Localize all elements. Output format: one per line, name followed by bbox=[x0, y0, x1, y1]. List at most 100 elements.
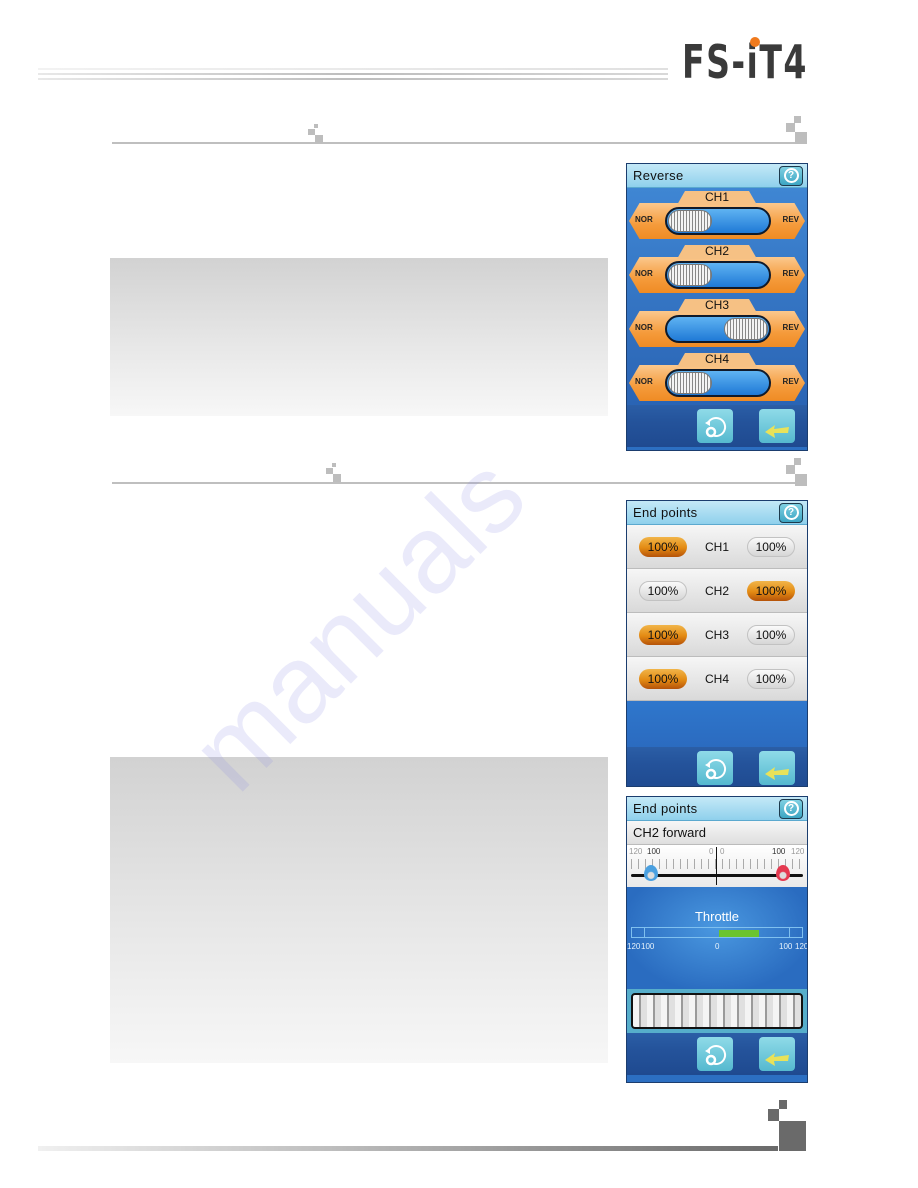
endpoint-row-ch3: 100% CH3 100% bbox=[627, 613, 807, 657]
channel-label: CH3 bbox=[704, 627, 729, 642]
channel-direction-title: CH2 forward bbox=[627, 821, 807, 845]
channel-label: CH4 bbox=[704, 352, 729, 366]
monitor-tick: 100 bbox=[779, 942, 793, 951]
help-button[interactable]: ? bbox=[779, 165, 803, 186]
screen-title-bar: End points ? bbox=[627, 797, 807, 821]
screen-footer bbox=[627, 747, 807, 786]
channel-label: CH1 bbox=[704, 190, 729, 204]
monitor-tick: 0 bbox=[715, 942, 720, 951]
monitor-bar bbox=[631, 927, 803, 938]
section-divider bbox=[112, 482, 806, 484]
endpoint-high-ch3[interactable]: 100% bbox=[746, 624, 795, 645]
channel-label: CH2 bbox=[704, 583, 729, 598]
monitor-tick: 100 bbox=[641, 942, 655, 951]
reverse-toggle-ch4[interactable] bbox=[665, 369, 771, 397]
empty-area bbox=[627, 701, 807, 747]
value-roller[interactable] bbox=[627, 989, 807, 1033]
scale-label: 0 bbox=[720, 847, 725, 856]
text-panel-endpoints bbox=[110, 757, 608, 1063]
reverse-toggle-ch3[interactable] bbox=[665, 315, 771, 343]
help-button[interactable]: ? bbox=[779, 502, 803, 523]
screen-title-bar: End points ? bbox=[627, 501, 807, 525]
reset-button[interactable] bbox=[697, 1037, 733, 1071]
monitor-tick: 120 bbox=[795, 942, 808, 951]
endpoint-scale: 120 100 0 0 100 120 bbox=[627, 845, 807, 887]
question-circle-icon: ? bbox=[783, 505, 799, 520]
endpoint-detail-screen: End points ? CH2 forward 120 100 0 0 100… bbox=[626, 796, 808, 1083]
nor-label: NOR bbox=[635, 377, 653, 386]
scale-label: 120 bbox=[791, 847, 805, 856]
monitor-label: Throttle bbox=[694, 909, 740, 924]
reset-icon bbox=[705, 758, 727, 780]
channel-label: CH4 bbox=[704, 671, 729, 686]
reverse-toggle-ch1[interactable] bbox=[665, 207, 771, 235]
rev-label: REV bbox=[782, 269, 799, 278]
endpoint-row-ch1: 100% CH1 100% bbox=[627, 525, 807, 569]
screen-title: End points bbox=[633, 505, 698, 520]
reverse-row-ch4: CH4 NOR REV bbox=[627, 351, 807, 405]
nor-label: NOR bbox=[635, 269, 653, 278]
reverse-toggle-ch2[interactable] bbox=[665, 261, 771, 289]
toggle-knob[interactable] bbox=[724, 318, 768, 340]
scale-label: 100 bbox=[647, 847, 661, 856]
reverse-row-ch3: CH3 NOR REV bbox=[627, 297, 807, 351]
screen-title: End points bbox=[633, 801, 698, 816]
nor-label: NOR bbox=[635, 323, 653, 332]
endpoint-low-ch4[interactable]: 100% bbox=[639, 668, 687, 689]
text-panel-reverse bbox=[110, 258, 608, 416]
screen-title: Reverse bbox=[633, 168, 684, 183]
left-endpoint-handle[interactable] bbox=[644, 865, 658, 881]
toggle-knob[interactable] bbox=[668, 210, 712, 232]
screen-title-bar: Reverse ? bbox=[627, 164, 807, 188]
reset-icon bbox=[705, 1044, 727, 1066]
channel-label: CH2 bbox=[704, 244, 729, 258]
scale-label: 100 bbox=[772, 847, 786, 856]
reset-icon bbox=[705, 416, 727, 438]
footer-rule bbox=[38, 1146, 778, 1151]
reset-button[interactable] bbox=[697, 409, 733, 443]
rev-label: REV bbox=[782, 377, 799, 386]
endpoint-high-ch2[interactable]: 100% bbox=[746, 580, 795, 601]
header-decor-lines bbox=[38, 68, 668, 82]
endpoint-row-ch4: 100% CH4 100% bbox=[627, 657, 807, 701]
rev-label: REV bbox=[782, 323, 799, 332]
brand-logo: FS-iT4 bbox=[682, 35, 808, 89]
reverse-screen: Reverse ? CH1 NOR REV CH2 NOR REV CH3 NO… bbox=[626, 163, 808, 451]
right-endpoint-handle[interactable] bbox=[776, 865, 790, 881]
toggle-knob[interactable] bbox=[668, 372, 712, 394]
back-button[interactable] bbox=[759, 409, 795, 443]
back-arrow-icon bbox=[765, 425, 789, 438]
logo-accent-dot bbox=[750, 37, 760, 47]
rev-label: REV bbox=[782, 215, 799, 224]
scale-label: 0 bbox=[709, 847, 714, 856]
screen-footer bbox=[627, 405, 807, 447]
nor-label: NOR bbox=[635, 215, 653, 224]
question-circle-icon: ? bbox=[783, 168, 799, 183]
reverse-row-ch2: CH2 NOR REV bbox=[627, 243, 807, 297]
monitor-tick: 120 bbox=[627, 942, 641, 951]
scale-label: 120 bbox=[629, 847, 643, 856]
endpoint-row-ch2: 100% CH2 100% bbox=[627, 569, 807, 613]
channel-label: CH3 bbox=[704, 298, 729, 312]
reset-button[interactable] bbox=[697, 751, 733, 785]
endpoint-low-ch2[interactable]: 100% bbox=[639, 580, 687, 601]
monitor-fill bbox=[719, 930, 759, 937]
toggle-knob[interactable] bbox=[668, 264, 712, 286]
screen-footer bbox=[627, 1033, 807, 1075]
channel-label: CH1 bbox=[704, 539, 729, 554]
center-mark bbox=[716, 847, 717, 885]
section-divider bbox=[112, 142, 806, 144]
question-circle-icon: ? bbox=[783, 801, 799, 816]
reverse-row-ch1: CH1 NOR REV bbox=[627, 189, 807, 243]
channel-monitor: Throttle 120 100 0 100 120 bbox=[627, 887, 807, 989]
back-arrow-icon bbox=[765, 767, 789, 780]
endpoints-screen: End points ? 100% CH1 100% 100% CH2 100%… bbox=[626, 500, 808, 787]
endpoint-high-ch1[interactable]: 100% bbox=[746, 536, 795, 557]
back-button[interactable] bbox=[759, 1037, 795, 1071]
endpoint-low-ch1[interactable]: 100% bbox=[639, 536, 687, 557]
endpoint-low-ch3[interactable]: 100% bbox=[639, 624, 687, 645]
help-button[interactable]: ? bbox=[779, 798, 803, 819]
back-arrow-icon bbox=[765, 1053, 789, 1066]
back-button[interactable] bbox=[759, 751, 795, 785]
endpoint-high-ch4[interactable]: 100% bbox=[746, 668, 795, 689]
